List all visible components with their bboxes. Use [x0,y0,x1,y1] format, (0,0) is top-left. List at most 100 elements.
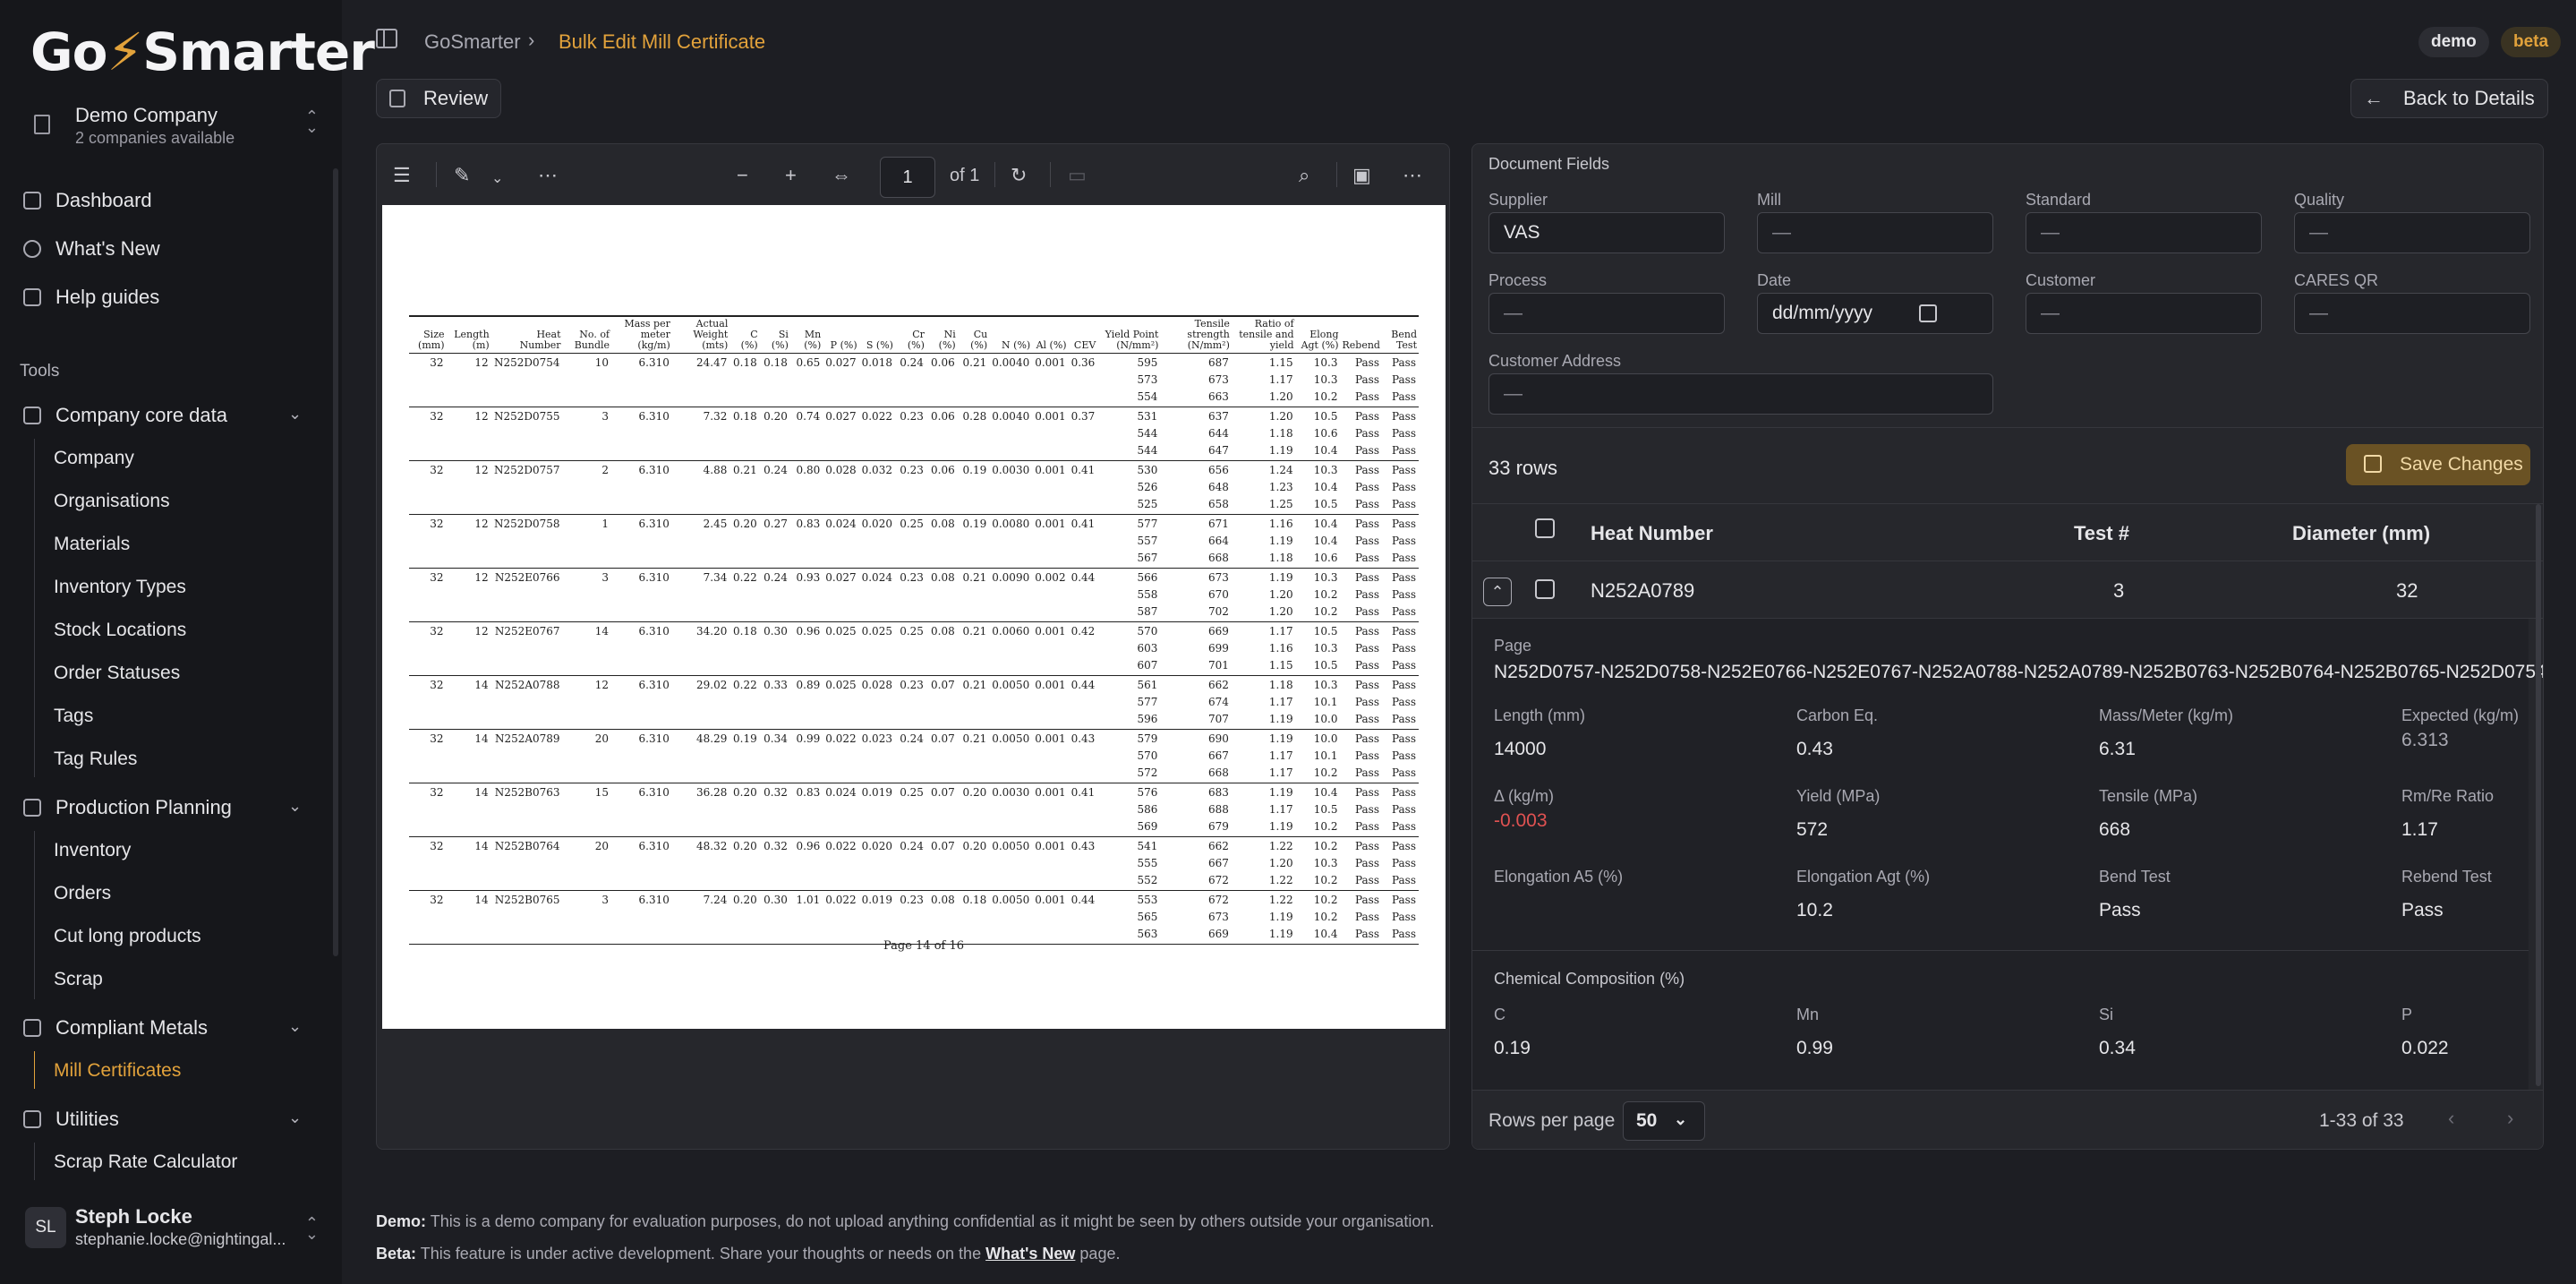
pdf-cell-line: 667 [1207,857,1229,869]
pdf-cell-line: 10.2 [1313,820,1338,833]
pdf-table-cell: 0.43 [1068,729,1098,783]
pdf-cell-line: 10.3 [1313,679,1338,691]
fit-width-icon[interactable]: ⇔ [832,164,851,187]
elongation-agt-value[interactable]: 10.2 [1796,900,1833,921]
pdf-table-cell: 32 [409,729,447,783]
sidebar-group-utilities[interactable]: Utilities ⌄ [20,1101,315,1137]
sidebar-item-tags[interactable]: Tags [54,706,93,727]
pdf-cell-line: 1.19 [1268,444,1293,457]
sidebar-group-company-core-data[interactable]: Company core data ⌄ [20,398,315,433]
pdf-page[interactable]: Size (mm) Length (m) Heat Number No. of Bun… [382,205,1446,1029]
more-horizontal-icon[interactable]: ⋯ [1403,164,1422,187]
bend-test-value[interactable]: Pass [2099,900,2141,921]
expected-value: 6.313 [2401,730,2449,750]
page-number-input[interactable]: 1 [880,157,935,198]
length-value[interactable]: 14000 [1494,739,1546,760]
pdf-table-cell: 0.19 [957,514,990,569]
review-button[interactable]: Review [376,79,502,118]
ratio-value[interactable]: 1.17 [2401,819,2438,841]
sidebar-item-scrap-rate-calculator[interactable]: Scrap Rate Calculator [54,1151,237,1173]
column-diameter[interactable]: Diameter (mm) [2292,522,2430,545]
user-menu[interactable]: SL Steph Locke stephanie.locke@nightinga… [20,1200,324,1257]
previous-page-button[interactable]: ‹ [2448,1107,2454,1130]
sidebar-item-cut-long-products[interactable]: Cut long products [54,926,201,947]
sidebar-item-scrap[interactable]: Scrap [54,969,103,990]
column-test-number[interactable]: Test # [2074,522,2129,545]
sidebar-item-company[interactable]: Company [54,448,134,469]
mass-meter-value[interactable]: 6.31 [2099,739,2136,760]
table-row[interactable]: ⌃ N252A0789 3 32 [1472,561,2543,619]
save-icon[interactable]: ▣ [1352,164,1371,187]
search-icon[interactable]: ⌕ [1299,164,1309,187]
pdf-cell-line: Pass [1354,659,1379,672]
save-changes-button[interactable]: Save Changes [2346,444,2530,485]
pdf-table-cell: Pass Pass Pass [1381,675,1419,730]
highlighter-icon[interactable]: ✎ [454,164,470,187]
quality-field[interactable]: — [2294,212,2530,253]
pdf-cell-line: 647 [1207,444,1229,457]
tensile-value[interactable]: 668 [2099,819,2130,841]
pdf-table-cell: 7.34 [671,568,730,622]
sidebar-item-inventory[interactable]: Inventory [54,840,131,861]
chem-c-value[interactable]: 0.19 [1494,1038,1531,1059]
sidebar-item-organisations[interactable]: Organisations [54,491,170,512]
rows-per-page-select[interactable]: 50 ⌄ [1623,1101,1705,1141]
carbon-eq-value[interactable]: 0.43 [1796,739,1833,760]
cares-qr-field[interactable]: — [2294,293,2530,334]
sidebar-item-materials[interactable]: Materials [54,534,130,555]
chevron-up-icon[interactable]: ⌃ [1483,578,1512,606]
supplier-field[interactable]: VAS [1488,212,1725,253]
pdf-cell-line: 1.18 [1268,552,1293,564]
sidebar-group-production-planning[interactable]: Production Planning ⌄ [20,790,315,826]
rotate-icon[interactable]: ↻ [1011,164,1027,187]
date-field[interactable]: dd/mm/yyyy [1757,293,1993,334]
pdf-table-cell: 0.23 [894,890,926,945]
column-heat-number[interactable]: Heat Number [1591,522,1713,545]
sidebar-item-dashboard[interactable]: Dashboard [20,183,152,218]
mill-field[interactable]: — [1757,212,1993,253]
calendar-icon[interactable] [1919,304,1937,322]
demo-badge: demo [2418,27,2489,57]
sidebar-toggle-icon[interactable] [376,29,397,48]
back-to-details-button[interactable]: ← Back to Details [2350,79,2548,118]
breadcrumb-root[interactable]: GoSmarter [424,30,521,54]
sidebar-item-inventory-types[interactable]: Inventory Types [54,577,186,598]
standard-field[interactable]: — [2026,212,2262,253]
process-field[interactable]: — [1488,293,1725,334]
sidebar-item-orders[interactable]: Orders [54,883,111,904]
chem-si-value[interactable]: 0.34 [2099,1038,2136,1059]
sidebar-item-help-guides[interactable]: Help guides [20,279,159,315]
sidebar-group-compliant-metals[interactable]: Compliant Metals ⌄ [20,1010,315,1046]
pdf-table-cell: 671 664 668 [1160,514,1232,569]
page-value[interactable]: N252D0757-N252D0758-N252E0766-N252E0767-… [1494,662,2543,683]
chem-mn-value[interactable]: 0.99 [1796,1038,1833,1059]
sidebar-item-whats-new[interactable]: What's New [20,231,160,267]
outline-icon[interactable]: ☰ [393,164,411,187]
app-logo[interactable]: Go⚡Smarter [30,21,375,82]
next-page-button[interactable]: › [2507,1107,2513,1130]
pdf-cell-line: Pass [1354,894,1379,906]
customer-address-field[interactable]: — [1488,373,1993,415]
chevron-down-icon[interactable]: ⌄ [491,169,503,187]
yield-value[interactable]: 572 [1796,819,1828,841]
pdf-table-cell: 0.20 [729,783,760,837]
company-switcher[interactable]: Demo Company 2 companies available ⌃ ⌄ [20,95,324,152]
chem-p-value[interactable]: 0.022 [2401,1038,2449,1059]
table-scrollbar[interactable] [2536,504,2541,1086]
pdf-table-cell: 0.23 [894,568,926,622]
select-all-checkbox[interactable] [1535,518,1555,538]
rebend-test-value[interactable]: Pass [2401,900,2444,921]
sidebar-item-tag-rules[interactable]: Tag Rules [54,749,137,770]
sidebar-scrollbar[interactable] [333,168,338,956]
more-horizontal-icon[interactable]: ⋯ [538,164,558,187]
sidebar-item-mill-certificates[interactable]: Mill Certificates [54,1060,181,1082]
whats-new-link[interactable]: What's New [985,1245,1075,1263]
row-checkbox[interactable] [1535,579,1555,599]
zoom-in-icon[interactable]: + [785,164,797,187]
pdf-cell-line: Pass [1391,642,1416,655]
sidebar-item-order-statuses[interactable]: Order Statuses [54,663,180,684]
sidebar-item-stock-locations[interactable]: Stock Locations [54,620,186,641]
zoom-out-icon[interactable]: − [737,164,748,187]
pdf-table-cell: 0.07 [925,729,958,783]
customer-field[interactable]: — [2026,293,2262,334]
